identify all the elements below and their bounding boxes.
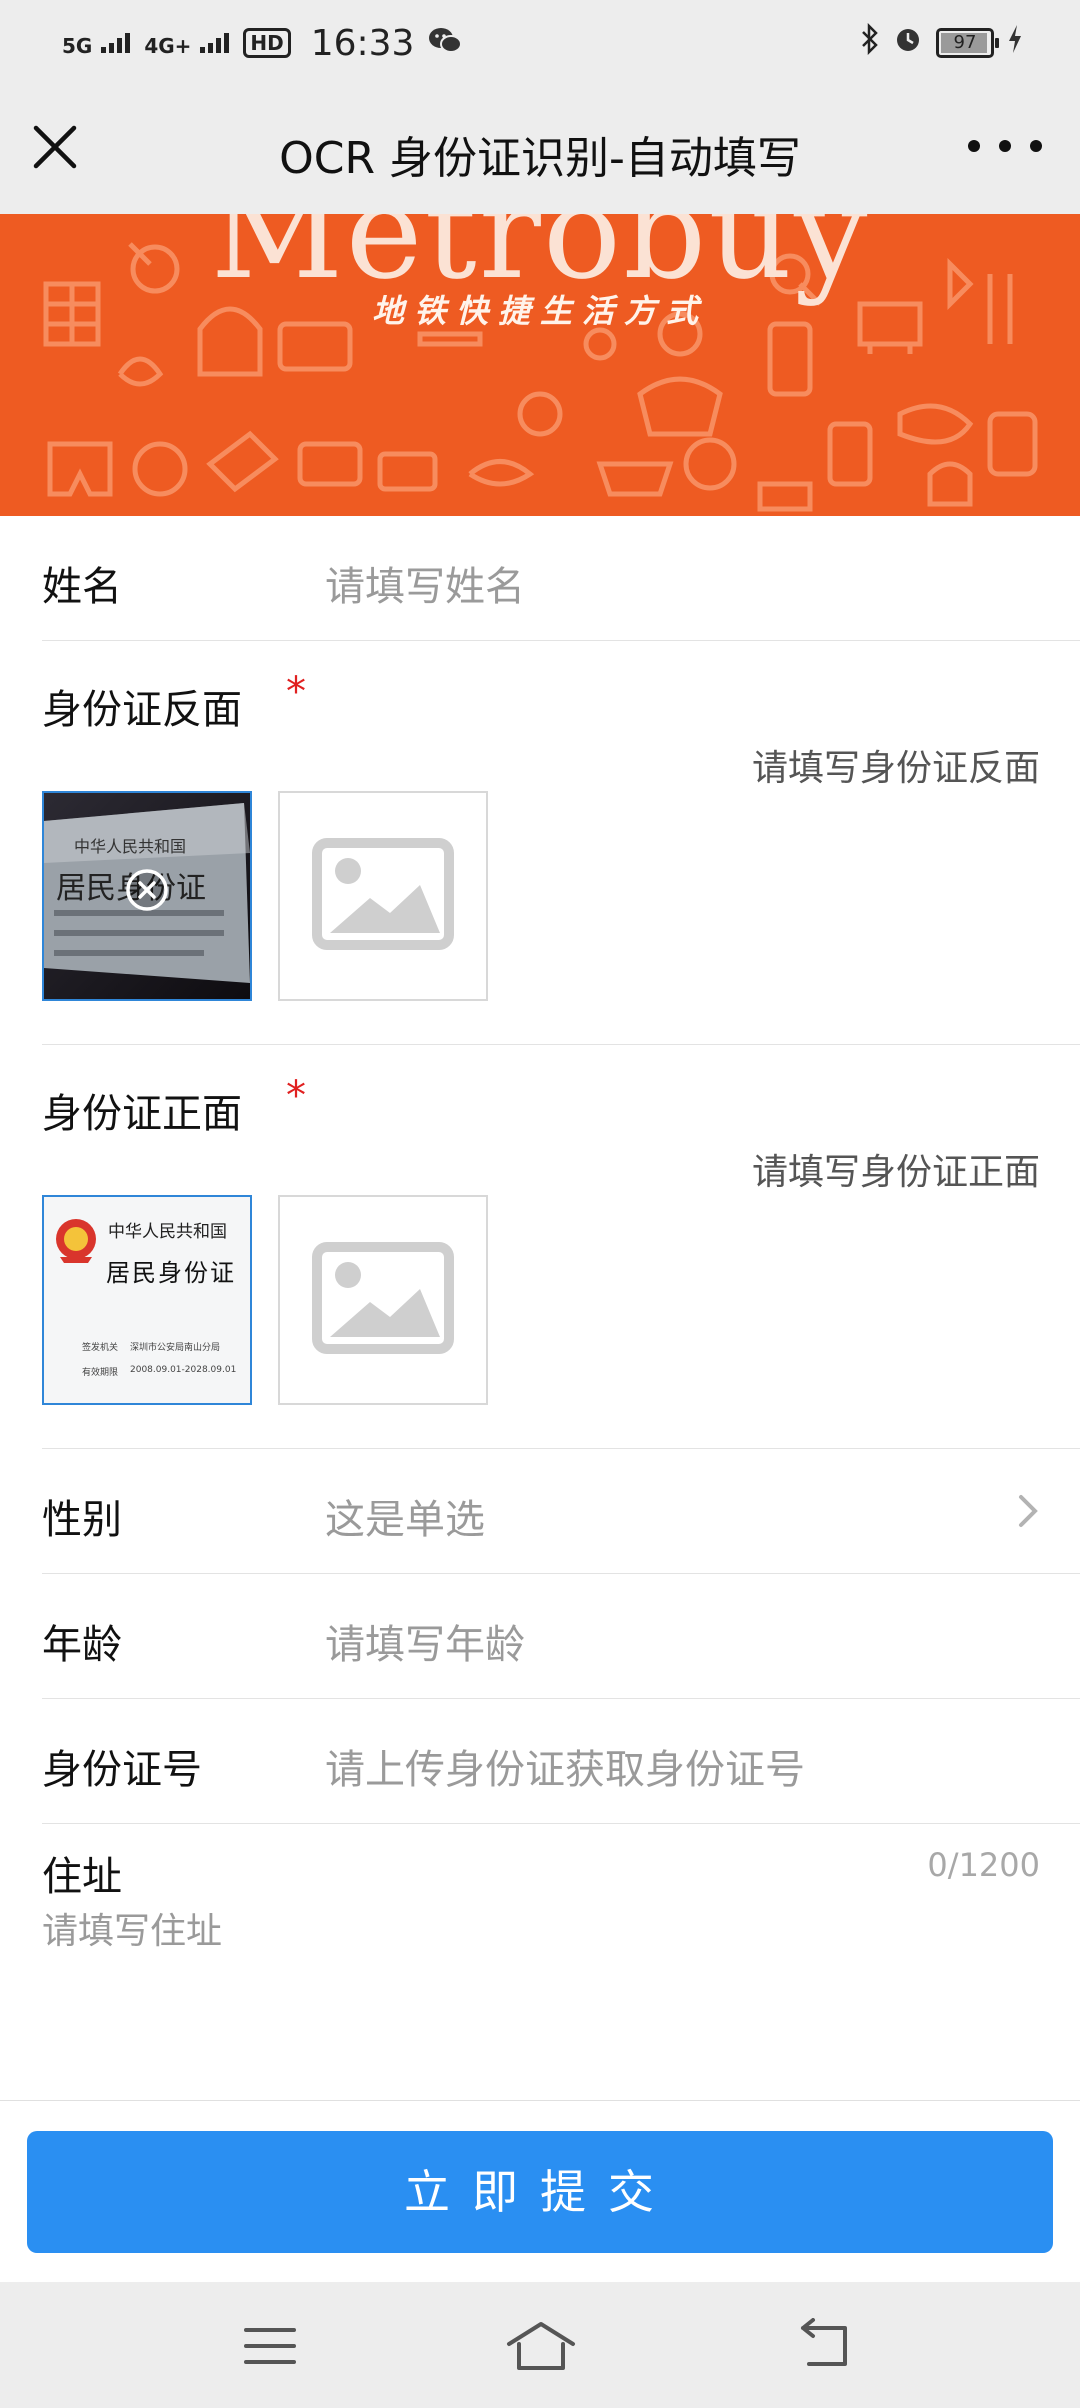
address-counter: 0/1200 bbox=[927, 1846, 1040, 1884]
bluetooth-icon bbox=[860, 22, 880, 63]
status-right: 97 bbox=[860, 22, 1024, 64]
id-number-input[interactable]: 请上传身份证获取身份证号 bbox=[325, 1737, 805, 1795]
back-button[interactable] bbox=[795, 2318, 855, 2374]
gender-select[interactable]: 这是单选 bbox=[325, 1487, 485, 1545]
id-front-photo[interactable]: 中华人民共和国 居民身份证 签发机关 深圳市公安局南山分局 有效期限 2008.… bbox=[42, 1195, 252, 1405]
page-title: OCR 身份证识别-自动填写 bbox=[279, 133, 801, 184]
hd-label: HD bbox=[250, 31, 284, 55]
authority-value: 深圳市公安局南山分局 bbox=[130, 1343, 221, 1353]
banner-slogan: 地铁快捷生活方式 bbox=[371, 292, 708, 330]
status-bar: 5G 4G+ HD 16:33 97 bbox=[0, 0, 1080, 86]
age-row: 年龄 请填写年龄 bbox=[42, 1574, 1080, 1699]
address-row: 住址 0/1200 请填写住址 bbox=[42, 1824, 1080, 2099]
status-left: 5G 4G+ HD 16:33 bbox=[62, 20, 463, 66]
id-front-label: 身份证正面 bbox=[42, 1091, 242, 1137]
signal-icon bbox=[200, 31, 230, 53]
age-input[interactable]: 请填写年龄 bbox=[325, 1612, 525, 1670]
card-title: 中华人民共和国 bbox=[108, 1222, 227, 1242]
more-icon bbox=[968, 140, 1042, 152]
validity-value: 2008.09.01-2028.09.01 bbox=[130, 1365, 237, 1375]
id-number-row: 身份证号 请上传身份证获取身份证号 bbox=[42, 1699, 1080, 1824]
more-button[interactable] bbox=[968, 126, 1042, 166]
sim2-signal: 4G+ bbox=[144, 31, 230, 58]
id-front-hint: 请填写身份证正面 bbox=[751, 1152, 1040, 1193]
remove-photo-button[interactable] bbox=[125, 868, 169, 912]
title-bar: OCR 身份证识别-自动填写 bbox=[0, 86, 1080, 214]
name-input[interactable]: 请填写姓名 bbox=[325, 554, 525, 612]
id-back-hint: 请填写身份证反面 bbox=[751, 748, 1040, 789]
add-id-back-image[interactable] bbox=[278, 791, 488, 1001]
validity-label: 有效期限 bbox=[82, 1368, 119, 1378]
chevron-right-icon bbox=[1019, 1495, 1038, 1527]
banner-image: Metrobuy 地铁快捷生活方式 bbox=[0, 214, 1080, 516]
charging-icon bbox=[1006, 23, 1024, 63]
address-label: 住址 bbox=[42, 1854, 122, 1900]
authority-label: 签发机关 bbox=[82, 1343, 119, 1353]
national-emblem-icon bbox=[56, 1219, 96, 1263]
sim2-label: 4G+ bbox=[144, 33, 192, 58]
menu-button[interactable] bbox=[240, 2318, 300, 2374]
id-front-row: 身份证正面 * 请填写身份证正面 中华人民共和国 居民身份证 签发机关 深圳市公… bbox=[42, 1045, 1080, 1449]
hd-badge: HD bbox=[243, 28, 291, 58]
signal-icon bbox=[101, 31, 131, 53]
back-icon bbox=[801, 2318, 847, 2366]
remove-icon bbox=[126, 869, 168, 911]
add-id-front-image[interactable] bbox=[278, 1195, 488, 1405]
alarm-icon bbox=[892, 23, 924, 63]
home-button[interactable] bbox=[505, 2318, 577, 2374]
menu-icon bbox=[244, 2328, 296, 2364]
address-textarea[interactable]: 请填写住址 bbox=[42, 1902, 222, 1954]
id-back-label: 身份证反面 bbox=[42, 687, 242, 733]
sim1-label: 5G bbox=[62, 33, 93, 58]
age-label: 年龄 bbox=[42, 1622, 122, 1668]
system-navigation-bar bbox=[0, 2282, 1080, 2408]
battery-level: 97 bbox=[953, 32, 977, 53]
name-label: 姓名 bbox=[42, 564, 122, 610]
gender-label: 性别 bbox=[42, 1497, 122, 1543]
battery-icon: 97 bbox=[936, 28, 999, 58]
id-back-row: 身份证反面 * 请填写身份证反面 中华人民共和国 居民身份证 bbox=[42, 641, 1080, 1045]
submit-button[interactable]: 立即提交 bbox=[27, 2131, 1053, 2253]
clock: 16:33 bbox=[310, 22, 415, 64]
submit-bar: 立即提交 bbox=[0, 2100, 1080, 2281]
id-number-label: 身份证号 bbox=[42, 1747, 202, 1793]
image-placeholder-icon bbox=[312, 838, 454, 950]
sim1-signal: 5G bbox=[62, 31, 131, 58]
required-mark: * bbox=[286, 1073, 306, 1119]
card-subtitle: 居民身份证 bbox=[106, 1259, 236, 1287]
photo-text-line-1: 中华人民共和国 bbox=[74, 837, 187, 856]
id-back-photo[interactable]: 中华人民共和国 居民身份证 bbox=[42, 791, 252, 1001]
home-icon bbox=[507, 2322, 575, 2370]
wechat-icon bbox=[428, 26, 463, 60]
gender-row[interactable]: 性别 这是单选 bbox=[42, 1449, 1080, 1574]
required-mark: * bbox=[286, 669, 306, 715]
name-row: 姓名 请填写姓名 bbox=[42, 516, 1080, 641]
image-placeholder-icon bbox=[312, 1242, 454, 1354]
